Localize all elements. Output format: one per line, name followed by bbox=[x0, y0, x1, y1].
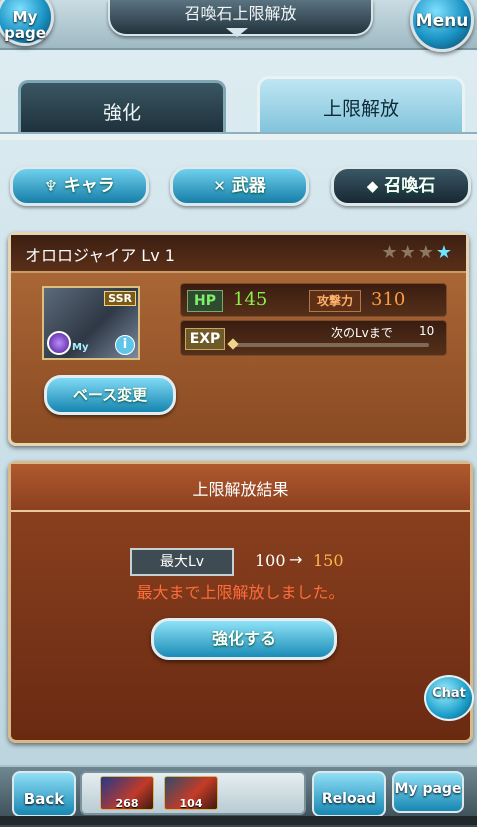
item-tray: 268 104 bbox=[80, 771, 306, 815]
next-level-value: 10 bbox=[419, 324, 435, 338]
hp-value: 145 bbox=[233, 289, 268, 310]
chat-button[interactable]: Chat bbox=[424, 675, 474, 721]
rarity-badge: SSR bbox=[104, 291, 136, 306]
summon-name: オロロジャイア Lv 1 bbox=[25, 246, 175, 265]
info-icon[interactable]: i bbox=[115, 335, 135, 355]
max-level-label: 最大Lv bbox=[130, 548, 234, 576]
category-character-button[interactable]: ♆ キャラ bbox=[10, 166, 149, 206]
result-title: 上限解放結果 bbox=[192, 480, 289, 499]
item-count: 268 bbox=[115, 797, 139, 810]
max-limit-message: 最大まで上限解放しました。 bbox=[136, 583, 345, 602]
my-badge: My bbox=[72, 342, 89, 353]
category-label: 召喚石 bbox=[384, 176, 436, 196]
reload-button[interactable]: Reload bbox=[312, 771, 386, 817]
exp-progress-bar bbox=[233, 343, 429, 347]
summon-info-panel: オロロジャイア Lv 1 ★★★★ SSR My i HP 145 攻撃力 31… bbox=[8, 232, 469, 446]
attack-value: 310 bbox=[371, 289, 406, 310]
result-header: 上限解放結果 bbox=[11, 464, 470, 512]
mypage-button-bottom[interactable]: My page bbox=[392, 771, 464, 813]
new-level: 150 bbox=[313, 551, 344, 570]
title-notch bbox=[226, 28, 248, 37]
category-label: キャラ bbox=[63, 176, 115, 196]
item-count: 104 bbox=[179, 797, 203, 810]
tab-enhance[interactable]: 強化 bbox=[18, 80, 226, 137]
star-rating: ★★★★ bbox=[381, 242, 454, 263]
item-slot[interactable]: 104 bbox=[164, 776, 218, 810]
tab-underline bbox=[0, 132, 477, 140]
category-label: 武器 bbox=[231, 176, 266, 196]
stats-row: HP 145 攻撃力 310 bbox=[180, 283, 447, 317]
arrow-icon: → bbox=[289, 550, 303, 569]
summon-header: オロロジャイア Lv 1 ★★★★ bbox=[11, 235, 466, 273]
exp-label: EXP bbox=[185, 328, 225, 350]
swords-icon: ✕ bbox=[213, 177, 226, 195]
old-level: 100 bbox=[255, 551, 286, 570]
star-empty-icon: ★ bbox=[399, 242, 418, 263]
exp-row: EXP 次のLvまで 10 bbox=[180, 320, 447, 356]
next-level-label: 次のLvまで bbox=[331, 326, 393, 340]
hp-label: HP bbox=[187, 290, 223, 312]
category-summon-button[interactable]: ◆ 召喚石 bbox=[331, 166, 471, 206]
enhance-button[interactable]: 強化する bbox=[151, 618, 337, 660]
star-filled-icon: ★ bbox=[435, 242, 454, 263]
summon-portrait[interactable]: SSR My i bbox=[42, 286, 140, 360]
base-change-button[interactable]: ベース変更 bbox=[44, 375, 176, 415]
attack-label: 攻撃力 bbox=[309, 290, 361, 312]
item-slot[interactable]: 268 bbox=[100, 776, 154, 810]
mypage-button-top[interactable]: My page bbox=[0, 0, 54, 46]
person-icon: ♆ bbox=[44, 177, 58, 195]
result-panel: 上限解放結果 最大Lv 100 → 150 最大まで上限解放しました。 強化する bbox=[8, 461, 473, 743]
size-bar bbox=[0, 816, 477, 825]
header-bar: 召喚石上限解放 bbox=[0, 0, 477, 50]
category-weapon-button[interactable]: ✕ 武器 bbox=[170, 166, 309, 206]
exp-marker bbox=[227, 338, 239, 350]
back-button[interactable]: Back bbox=[12, 771, 76, 817]
crystal-icon: ◆ bbox=[366, 177, 379, 195]
tab-limit-break[interactable]: 上限解放 bbox=[257, 76, 465, 137]
dark-element-icon bbox=[47, 331, 71, 355]
star-empty-icon: ★ bbox=[417, 242, 436, 263]
star-empty-icon: ★ bbox=[381, 242, 400, 263]
